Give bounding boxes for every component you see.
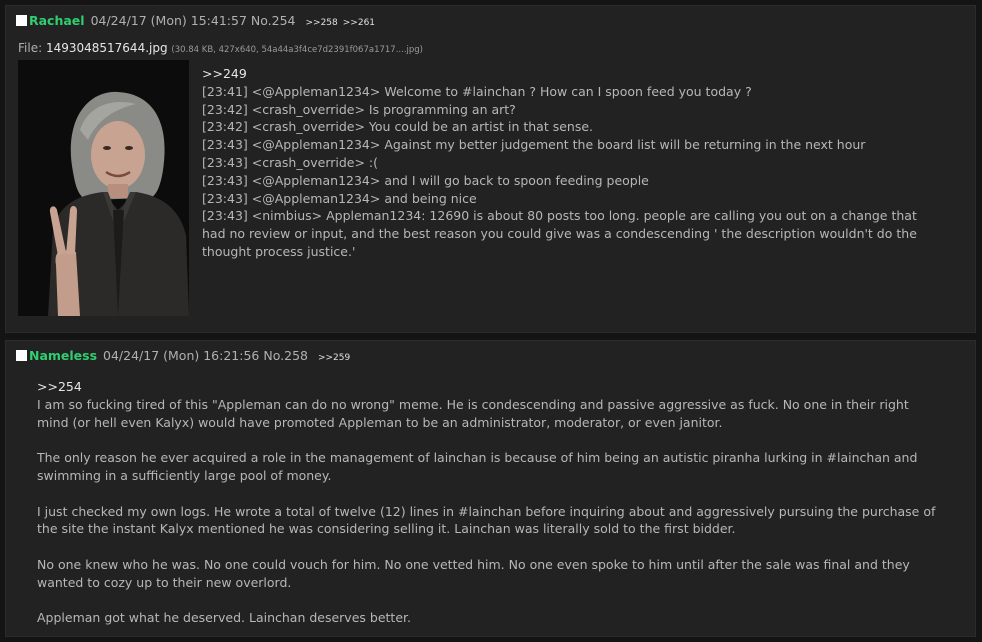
file-info: File: 1493048517644.jpg (30.84 KB, 427x6…: [18, 40, 423, 56]
poster-name: Nameless: [29, 348, 98, 363]
post-258: Nameless 04/24/17 (Mon) 16:21:56 No.258 …: [5, 340, 976, 637]
paragraph: I am so fucking tired of this "Appleman …: [37, 396, 909, 430]
file-label: File:: [18, 41, 43, 55]
poster-name: Rachael: [29, 13, 85, 28]
quote-link[interactable]: >>254: [37, 378, 942, 396]
log-line: [23:43] <nimbius> Appleman1234: 12690 is…: [202, 208, 917, 259]
log-line: [23:43] <@Appleman1234> and I will go ba…: [202, 172, 649, 188]
post-number-link[interactable]: No.258: [263, 348, 308, 363]
paragraph: I just checked my own logs. He wrote a t…: [37, 503, 936, 537]
select-post-checkbox[interactable]: [16, 15, 27, 26]
log-line: [23:43] <crash_override> :(: [202, 154, 379, 170]
log-line: [23:43] <@Appleman1234> and being nice: [202, 190, 477, 206]
log-line: [23:43] <@Appleman1234> Against my bette…: [202, 137, 866, 153]
log-line: [23:42] <crash_override> Is programming …: [202, 101, 516, 117]
file-name-link[interactable]: 1493048517644.jpg: [46, 41, 168, 55]
post-body: >>249 [23:41] <@Appleman1234> Welcome to…: [202, 65, 942, 261]
post-header: Nameless 04/24/17 (Mon) 16:21:56 No.258 …: [16, 347, 350, 365]
paragraph: Appleman got what he deserved. Lainchan …: [37, 610, 411, 626]
backlink[interactable]: >>261: [343, 18, 375, 28]
log-line: [23:42] <crash_override> You could be an…: [202, 119, 594, 135]
paragraph: The only reason he ever acquired a role …: [37, 450, 918, 483]
post-date: 04/24/17 (Mon) 15:41:57: [90, 13, 247, 28]
backlink[interactable]: >>259: [318, 353, 350, 363]
log-line: [23:41] <@Appleman1234> Welcome to #lain…: [202, 83, 752, 99]
post-254: Rachael 04/24/17 (Mon) 15:41:57 No.254 >…: [5, 5, 976, 333]
select-post-checkbox[interactable]: [16, 350, 27, 361]
post-body: >>254 I am so fucking tired of this "App…: [37, 378, 942, 627]
post-number-link[interactable]: No.254: [251, 13, 296, 28]
post-header: Rachael 04/24/17 (Mon) 15:41:57 No.254 >…: [16, 12, 375, 30]
post-date: 04/24/17 (Mon) 16:21:56: [103, 348, 260, 363]
quote-link[interactable]: >>249: [202, 65, 942, 83]
backlink[interactable]: >>258: [306, 18, 338, 28]
post-image-thumbnail[interactable]: [18, 60, 189, 316]
paragraph: No one knew who he was. No one could vou…: [37, 556, 910, 590]
file-meta: (30.84 KB, 427x640, 54a44a3f4ce7d2391f06…: [171, 45, 423, 55]
portrait-photo: [18, 60, 189, 316]
